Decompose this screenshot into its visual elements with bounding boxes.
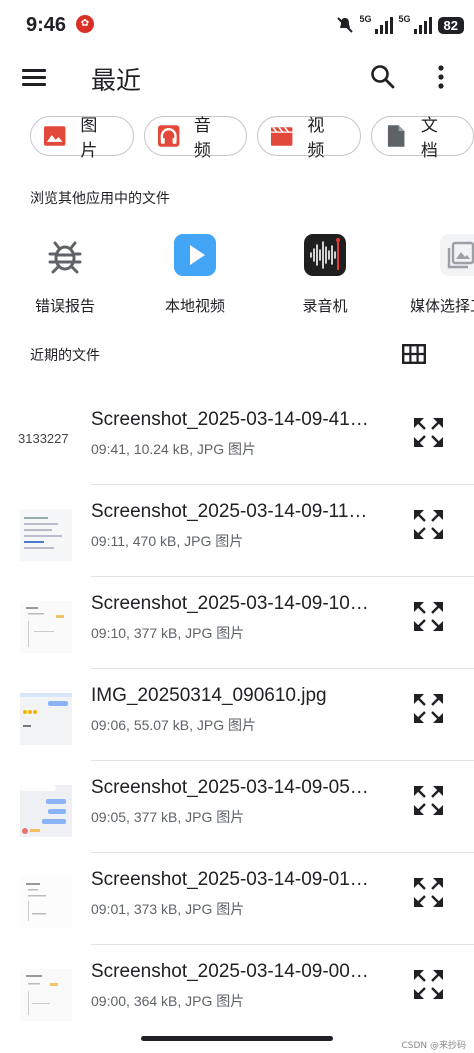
more-options-icon[interactable] — [430, 62, 452, 92]
search-icon[interactable] — [370, 64, 396, 90]
file-name: Screenshot_2025-03-14-09-11-20 — [91, 501, 373, 522]
recent-files-title: 近期的文件 — [30, 348, 100, 364]
file-meta: 09:01, 373 kB, JPG 图片 — [91, 901, 245, 917]
file-meta: 09:10, 377 kB, JPG 图片 — [91, 625, 245, 641]
status-icons: 5G 5G 82 — [336, 14, 464, 36]
bug-icon — [48, 241, 82, 274]
status-bar: 9:46 ✿ 5G 5G 82 — [0, 0, 474, 52]
other-apps-title: 浏览其他应用中的文件 — [30, 191, 170, 207]
app-label: 录音机 — [302, 297, 348, 315]
app-label: 错误报告 — [34, 297, 95, 315]
mute-icon — [336, 17, 353, 33]
menu-icon[interactable] — [22, 65, 48, 89]
file-row[interactable]: Screenshot_2025-03-14-09-10-52 09:10, 37… — [0, 577, 474, 669]
expand-icon[interactable] — [413, 417, 444, 448]
play-icon — [174, 234, 216, 276]
expand-icon[interactable] — [413, 509, 444, 540]
chip-label: 图片 — [80, 116, 98, 161]
file-row[interactable]: Screenshot_2025-03-14-09-11-20 09:11, 47… — [0, 485, 474, 577]
chip-audio[interactable]: 音频 — [143, 116, 247, 161]
thumbnail-text: 3133227 — [18, 431, 69, 446]
chip-label: 视频 — [307, 116, 325, 161]
file-name: Screenshot_2025-03-14-09-01-08 — [91, 869, 373, 890]
chip-images[interactable]: 图片 — [30, 116, 134, 161]
page-title: 最近 — [91, 66, 142, 95]
document-icon — [387, 125, 404, 147]
file-name: Screenshot_2025-03-14-09-00-44 — [91, 961, 373, 982]
network-type-1: 5G — [359, 14, 372, 24]
app-bar: 最近 — [0, 52, 474, 102]
chip-label: 音频 — [193, 116, 211, 161]
image-icon — [43, 126, 66, 146]
file-row[interactable]: 3133227 Screenshot_2025-03-14-09-41-13 0… — [0, 393, 474, 485]
battery-level: 82 — [437, 16, 464, 34]
file-row[interactable]: Screenshot_2025-03-14-09-01-08 09:01, 37… — [0, 853, 474, 945]
app-label: 媒体选择工 — [410, 297, 474, 315]
app-bug-report[interactable]: 错误报告 — [5, 228, 125, 316]
app-media-picker[interactable]: 媒体选择工 — [382, 228, 474, 316]
movie-icon — [270, 126, 293, 146]
gallery-icon — [440, 234, 474, 276]
status-time: 9:46 — [26, 14, 67, 36]
recorder-icon — [304, 234, 346, 276]
file-meta: 09:41, 10.24 kB, JPG 图片 — [91, 441, 256, 457]
huawei-notification-icon: ✿ — [76, 15, 94, 33]
file-thumbnail — [20, 785, 72, 837]
file-thumbnail: 3133227 — [18, 417, 73, 469]
file-thumbnail — [20, 509, 72, 561]
file-name: Screenshot_2025-03-14-09-05-31 — [91, 777, 373, 798]
gesture-nav-handle[interactable] — [141, 1036, 333, 1041]
headphones-icon — [157, 125, 179, 147]
file-row[interactable]: Screenshot_2025-03-14-09-05-31 09:05, 37… — [0, 761, 474, 853]
expand-icon[interactable] — [413, 601, 444, 632]
chip-label: 文档 — [420, 116, 438, 161]
file-name: IMG_20250314_090610.jpg — [91, 685, 327, 706]
signal-icon-2 — [413, 16, 432, 34]
network-type-2: 5G — [398, 14, 411, 24]
app-recorder[interactable]: 录音机 — [265, 228, 385, 316]
file-row[interactable]: IMG_20250314_090610.jpg 09:06, 55.07 kB,… — [0, 669, 474, 761]
file-meta: 09:05, 377 kB, JPG 图片 — [91, 809, 245, 825]
file-name: Screenshot_2025-03-14-09-41-13 — [91, 409, 373, 430]
watermark: CSDN @来抄码 — [401, 1041, 466, 1051]
file-row[interactable]: Screenshot_2025-03-14-09-00-44 09:00, 36… — [0, 945, 474, 1037]
grid-view-icon[interactable] — [402, 344, 426, 364]
expand-icon[interactable] — [413, 877, 444, 908]
signal-icon — [374, 16, 393, 34]
expand-icon[interactable] — [413, 785, 444, 816]
expand-icon[interactable] — [413, 969, 444, 1000]
category-chips: 图片 音频 视频 文档 — [30, 116, 474, 161]
app-label: 本地视频 — [164, 297, 225, 315]
other-apps-row: 错误报告 本地视频 录音机 媒体选择工 — [0, 228, 474, 318]
file-thumbnail — [20, 693, 72, 745]
app-local-video[interactable]: 本地视频 — [135, 228, 255, 316]
file-thumbnail — [20, 601, 72, 653]
chip-documents[interactable]: 文档 — [370, 116, 474, 161]
file-thumbnail — [20, 877, 72, 929]
chip-videos[interactable]: 视频 — [257, 116, 361, 161]
file-name: Screenshot_2025-03-14-09-10-52 — [91, 593, 373, 614]
expand-icon[interactable] — [413, 693, 444, 724]
file-meta: 09:06, 55.07 kB, JPG 图片 — [91, 717, 256, 733]
file-meta: 09:11, 470 kB, JPG 图片 — [91, 533, 244, 549]
file-thumbnail — [20, 969, 72, 1021]
file-meta: 09:00, 364 kB, JPG 图片 — [91, 993, 245, 1009]
